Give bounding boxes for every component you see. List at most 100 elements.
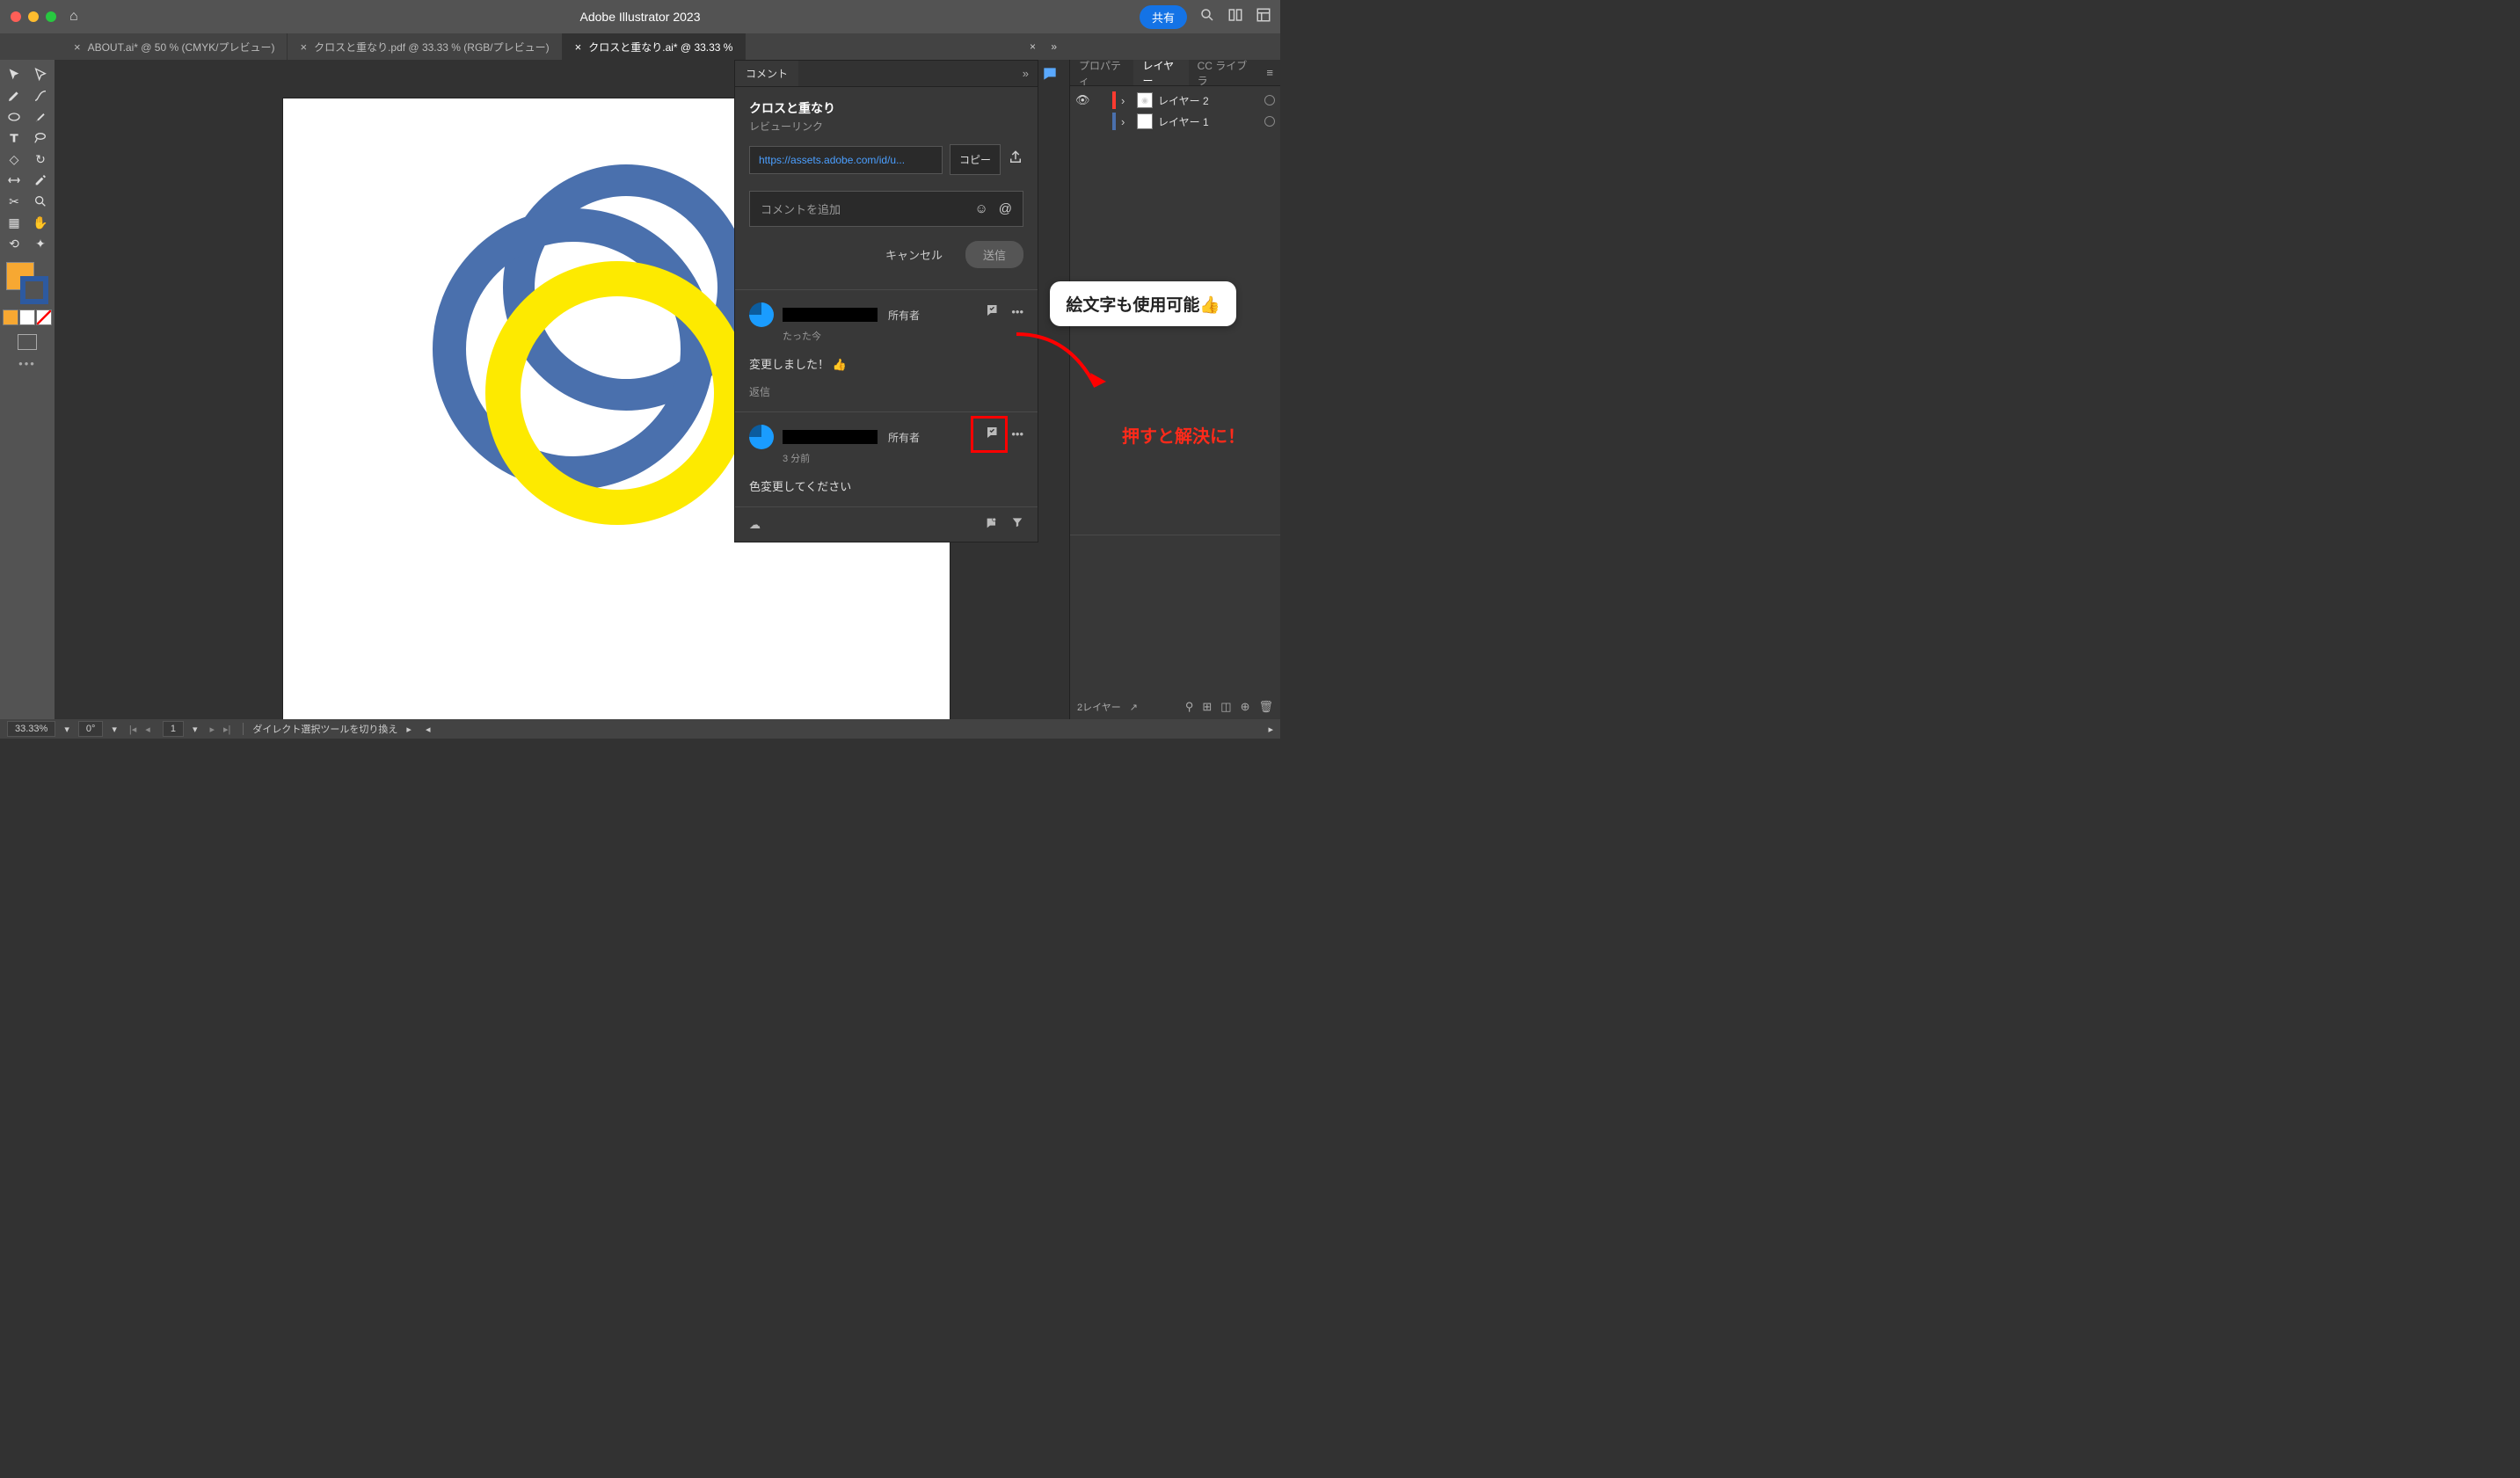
search-icon[interactable] <box>1199 7 1215 27</box>
cc-libraries-tab[interactable]: CC ライブラ <box>1189 60 1260 85</box>
expand-icon[interactable]: › <box>1121 94 1132 107</box>
comments-dock-icon[interactable] <box>1038 62 1062 86</box>
layers-tab[interactable]: レイヤー <box>1133 60 1188 85</box>
direct-selection-tool-icon[interactable] <box>28 65 53 84</box>
artboard-number-field[interactable]: 1 <box>163 721 184 737</box>
commenter-name-redacted <box>783 430 878 444</box>
fill-stroke-swatch[interactable] <box>6 262 48 304</box>
resolve-comment-icon[interactable] <box>985 425 1001 443</box>
add-comment-input[interactable]: コメントを追加 ☺ @ <box>749 191 1023 227</box>
status-menu-icon[interactable]: ▸ <box>406 724 412 735</box>
color-solid-icon[interactable] <box>3 309 18 325</box>
target-icon[interactable] <box>1264 116 1275 127</box>
collapse-panel-icon[interactable]: » <box>1023 67 1029 80</box>
comment-item[interactable]: 所有者 ••• たった今 変更しました！ 👍 返信 <box>735 289 1038 411</box>
gradient-tool-icon[interactable]: ▦ <box>2 213 26 232</box>
copy-link-button[interactable]: コピー <box>950 144 1001 175</box>
panel-menu-icon[interactable]: ≡ <box>1259 60 1280 85</box>
mention-icon[interactable]: @ <box>999 201 1012 216</box>
title-bar: ⌂ Adobe Illustrator 2023 共有 <box>0 0 1280 33</box>
more-options-icon[interactable]: ••• <box>1011 427 1023 440</box>
cancel-button[interactable]: キャンセル <box>873 241 955 268</box>
type-tool-icon[interactable] <box>2 128 26 148</box>
scroll-right-icon[interactable]: ▸ <box>1268 724 1273 735</box>
more-options-icon[interactable]: ••• <box>1011 305 1023 318</box>
close-tab-icon[interactable]: × <box>74 40 81 54</box>
document-tab[interactable]: × クロスと重なり.pdf @ 33.33 % (RGB/プレビュー) <box>288 33 562 60</box>
last-artboard-icon[interactable]: ▸| <box>220 724 234 735</box>
clip-mask-icon[interactable]: ◫ <box>1220 700 1231 714</box>
zoom-dropdown-icon[interactable]: ▾ <box>64 724 69 735</box>
scroll-left-icon[interactable]: ◂ <box>426 724 431 735</box>
document-tab-active[interactable]: × クロスと重なり.ai* @ 33.33 % <box>563 33 747 60</box>
minimize-window-icon[interactable] <box>28 11 39 22</box>
new-layer-icon[interactable]: ⊕ <box>1241 700 1250 714</box>
share-button[interactable]: 共有 <box>1140 5 1187 29</box>
make-sublayer-icon[interactable]: ⊞ <box>1202 700 1212 714</box>
layer-name[interactable]: レイヤー 2 <box>1158 93 1259 108</box>
avatar-icon <box>749 302 774 327</box>
zoom-field[interactable]: 33.33% <box>7 721 55 737</box>
close-window-icon[interactable] <box>11 11 21 22</box>
maximize-window-icon[interactable] <box>46 11 56 22</box>
filter-icon[interactable] <box>1011 516 1023 533</box>
prev-artboard-icon[interactable]: ◂ <box>142 724 154 735</box>
layer-name[interactable]: レイヤー 1 <box>1158 114 1259 129</box>
panel-close-icon[interactable]: × <box>1030 40 1036 53</box>
selection-tool-icon[interactable] <box>2 65 26 84</box>
paintbrush-tool-icon[interactable] <box>28 107 53 127</box>
symbol-sprayer-icon[interactable]: ✦ <box>28 234 53 253</box>
emoji-icon[interactable]: ☺ <box>974 201 987 216</box>
export-icon[interactable]: ↗ <box>1130 702 1138 713</box>
panel-collapse-icon[interactable]: » <box>1051 40 1057 53</box>
share-link-icon[interactable] <box>1008 149 1023 170</box>
layer-row[interactable]: › レイヤー 1 <box>1070 111 1280 132</box>
rotation-field[interactable]: 0° <box>78 721 104 737</box>
stroke-color-icon[interactable] <box>20 276 48 304</box>
comment-item[interactable]: 所有者 ••• 3 分前 色変更してください <box>735 411 1038 506</box>
curvature-tool-icon[interactable] <box>28 86 53 106</box>
send-button[interactable]: 送信 <box>965 241 1023 268</box>
pin-view-icon[interactable] <box>985 516 999 533</box>
layers-panel-footer: 2レイヤー ↗ ⚲ ⊞ ◫ ⊕ 🗑 <box>1070 535 1280 719</box>
width-tool-icon[interactable] <box>2 171 26 190</box>
color-gradient-icon[interactable] <box>19 309 35 325</box>
visibility-icon[interactable]: 👁 <box>1075 93 1089 107</box>
comments-panel-tab[interactable]: コメント <box>735 61 798 86</box>
blend-tool-icon[interactable]: ⟲ <box>2 234 26 253</box>
workspace-icon[interactable] <box>1256 7 1271 27</box>
arrange-icon[interactable] <box>1227 7 1243 27</box>
rotation-dropdown-icon[interactable]: ▾ <box>112 724 117 735</box>
expand-icon[interactable]: › <box>1121 115 1132 128</box>
home-icon[interactable]: ⌂ <box>69 9 78 25</box>
lasso-tool-icon[interactable] <box>28 128 53 148</box>
comment-time: たった今 <box>783 329 1023 343</box>
close-tab-icon[interactable]: × <box>300 40 307 54</box>
rotate-tool-icon[interactable]: ↻ <box>28 149 53 169</box>
review-link-input[interactable]: https://assets.adobe.com/id/u... <box>749 146 943 174</box>
ellipse-tool-icon[interactable] <box>2 107 26 127</box>
shape-builder-tool-icon[interactable]: ◇ <box>2 149 26 169</box>
reply-link[interactable]: 返信 <box>749 384 1023 399</box>
color-none-icon[interactable] <box>36 309 52 325</box>
cloud-sync-icon[interactable]: ☁ <box>749 518 761 532</box>
edit-toolbar-icon[interactable]: ••• <box>18 357 36 370</box>
close-tab-icon[interactable]: × <box>575 40 582 54</box>
eyedropper-tool-icon[interactable] <box>28 171 53 190</box>
next-artboard-icon[interactable]: ▸ <box>206 724 218 735</box>
scissors-tool-icon[interactable]: ✂ <box>2 192 26 211</box>
hand-tool-icon[interactable]: ✋ <box>28 213 53 232</box>
pen-tool-icon[interactable] <box>2 86 26 106</box>
app-title: Adobe Illustrator 2023 <box>580 10 701 24</box>
target-icon[interactable] <box>1264 95 1275 106</box>
resolve-comment-icon[interactable] <box>985 302 1001 321</box>
layer-row[interactable]: 👁 › ◉ レイヤー 2 <box>1070 90 1280 111</box>
trash-icon[interactable]: 🗑 <box>1258 700 1273 714</box>
first-artboard-icon[interactable]: |◂ <box>126 724 140 735</box>
properties-tab[interactable]: プロパティ <box>1070 60 1133 85</box>
locate-layer-icon[interactable]: ⚲ <box>1185 700 1194 714</box>
zoom-tool-icon[interactable] <box>28 192 53 211</box>
document-tab[interactable]: × ABOUT.ai* @ 50 % (CMYK/プレビュー) <box>62 33 288 60</box>
screen-mode-icon[interactable] <box>18 334 37 350</box>
artboard-dropdown-icon[interactable]: ▾ <box>193 724 198 735</box>
